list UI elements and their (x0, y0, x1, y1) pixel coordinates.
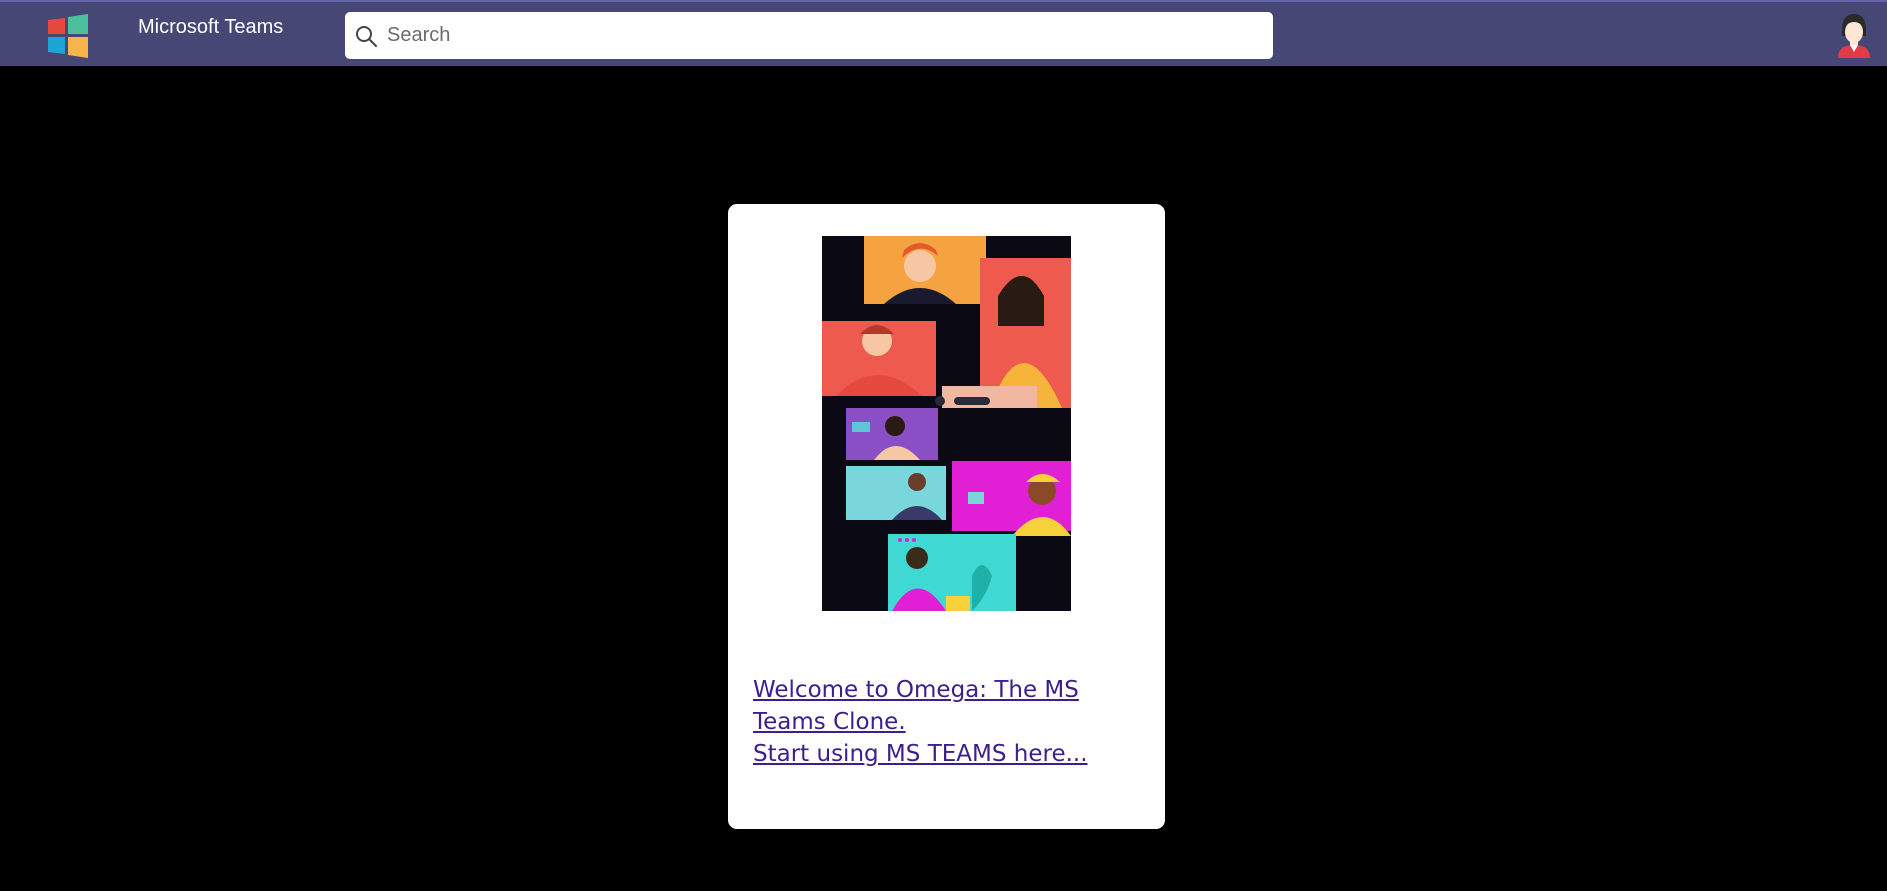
search-input[interactable] (387, 15, 1267, 56)
user-avatar-icon[interactable] (1836, 12, 1872, 58)
windows-logo-icon[interactable] (45, 14, 90, 58)
welcome-link-line-1: Welcome to Omega: The MS Teams Clone. (753, 677, 1079, 735)
welcome-link-line-2: Start using MS TEAMS here... (753, 741, 1088, 767)
search-icon (356, 25, 377, 47)
search-bar[interactable] (345, 12, 1273, 59)
video-call-illustration (822, 236, 1071, 611)
app-title: Microsoft Teams (138, 16, 284, 38)
top-app-bar: Microsoft Teams (0, 0, 1887, 66)
welcome-link[interactable]: Welcome to Omega: The MS Teams Clone. St… (753, 674, 1148, 770)
welcome-card: Welcome to Omega: The MS Teams Clone. St… (728, 204, 1165, 829)
